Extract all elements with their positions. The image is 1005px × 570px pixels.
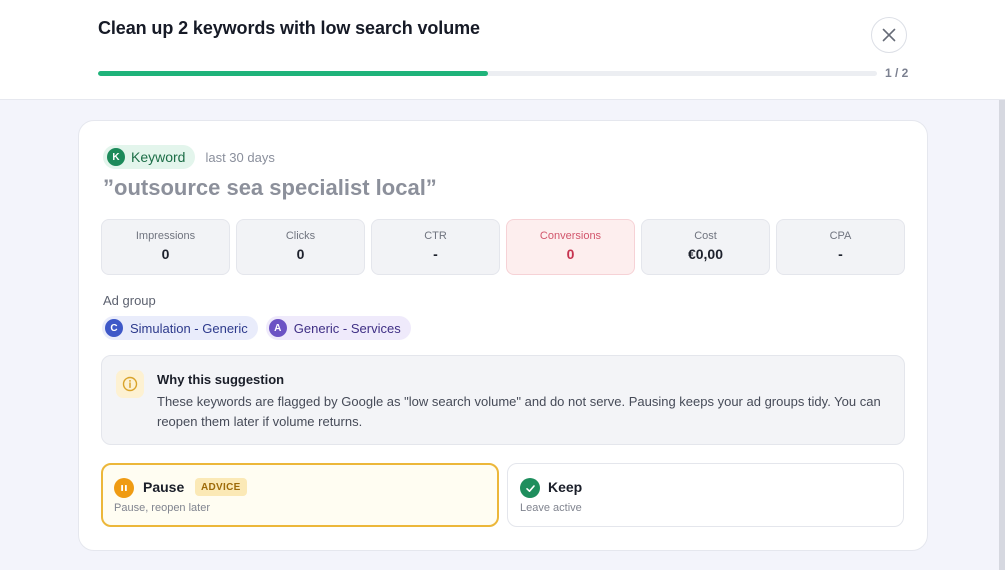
keyword-period: last 30 days <box>205 149 275 165</box>
metric-cpa: CPA - <box>776 219 905 275</box>
ad-group-chip-generic-services[interactable]: A Generic - Services <box>265 316 411 340</box>
suggestion-card: K Keyword last 30 days ”outsource sea sp… <box>78 120 928 551</box>
progress-bar <box>98 71 877 76</box>
metric-label: Conversions <box>539 230 602 242</box>
metric-conversions: Conversions 0 <box>506 219 635 275</box>
step-counter: 1 / 2 <box>885 66 909 80</box>
metric-label: CTR <box>424 230 447 242</box>
keyword-row: K Keyword last 30 days <box>103 145 275 169</box>
metric-value: 0 <box>161 246 170 262</box>
why-text: These keywords are flagged by Google as … <box>157 394 881 429</box>
metric-value: 0 <box>296 246 305 262</box>
ad-group-name: Generic - Services <box>293 320 401 336</box>
metric-label: CPA <box>829 230 852 242</box>
metric-value: - <box>838 246 843 262</box>
pause-subtitle: Pause, reopen later <box>114 502 211 514</box>
keyword-badge-label: Keyword <box>131 149 186 165</box>
pause-title: Pause <box>143 479 185 495</box>
keep-subtitle: Leave active <box>520 502 582 514</box>
ad-group-label: Ad group <box>103 293 156 308</box>
metric-clicks: Clicks 0 <box>236 219 365 275</box>
pause-icon <box>114 478 134 498</box>
close-button[interactable] <box>871 17 907 53</box>
info-icon <box>116 370 144 398</box>
advice-badge: ADVICE <box>195 478 247 496</box>
ad-group-chips: C Simulation - Generic A Generic - Servi… <box>102 316 411 340</box>
keep-title: Keep <box>548 479 583 495</box>
ad-group-letter-icon: C <box>105 319 123 337</box>
metric-ctr: CTR - <box>371 219 500 275</box>
check-icon <box>520 478 540 498</box>
pause-option[interactable]: Pause ADVICE Pause, reopen later <box>101 463 499 527</box>
close-icon <box>882 28 896 42</box>
header: Clean up 2 keywords with low search volu… <box>0 0 1005 100</box>
metric-label: Clicks <box>285 230 316 242</box>
keyword-text: ”outsource sea specialist local” <box>103 175 437 200</box>
metric-value: - <box>433 246 438 262</box>
keyword-letter-icon: K <box>107 148 125 166</box>
metrics-row: Impressions 0 Clicks 0 CTR - Conversions… <box>101 219 905 275</box>
ad-group-letter-icon: A <box>268 319 287 337</box>
metric-label: Impressions <box>135 230 196 242</box>
scrollbar[interactable] <box>999 100 1005 570</box>
why-suggestion-box: Why this suggestion These keywords are f… <box>101 355 905 445</box>
why-title: Why this suggestion <box>157 372 285 387</box>
page-title: Clean up 2 keywords with low search volu… <box>98 18 480 38</box>
metric-cost: Cost €0,00 <box>641 219 770 275</box>
progress-fill <box>98 71 488 76</box>
metric-impressions: Impressions 0 <box>101 219 230 275</box>
metric-label: Cost <box>694 230 717 242</box>
metric-value: €0,00 <box>687 246 724 262</box>
ad-group-name: Simulation - Generic <box>130 320 248 336</box>
keyword-badge: K Keyword <box>103 145 196 169</box>
metric-value: 0 <box>566 246 575 262</box>
ad-group-chip-simulation-generic[interactable]: C Simulation - Generic <box>102 316 258 340</box>
keep-option[interactable]: Keep Leave active <box>507 463 904 527</box>
